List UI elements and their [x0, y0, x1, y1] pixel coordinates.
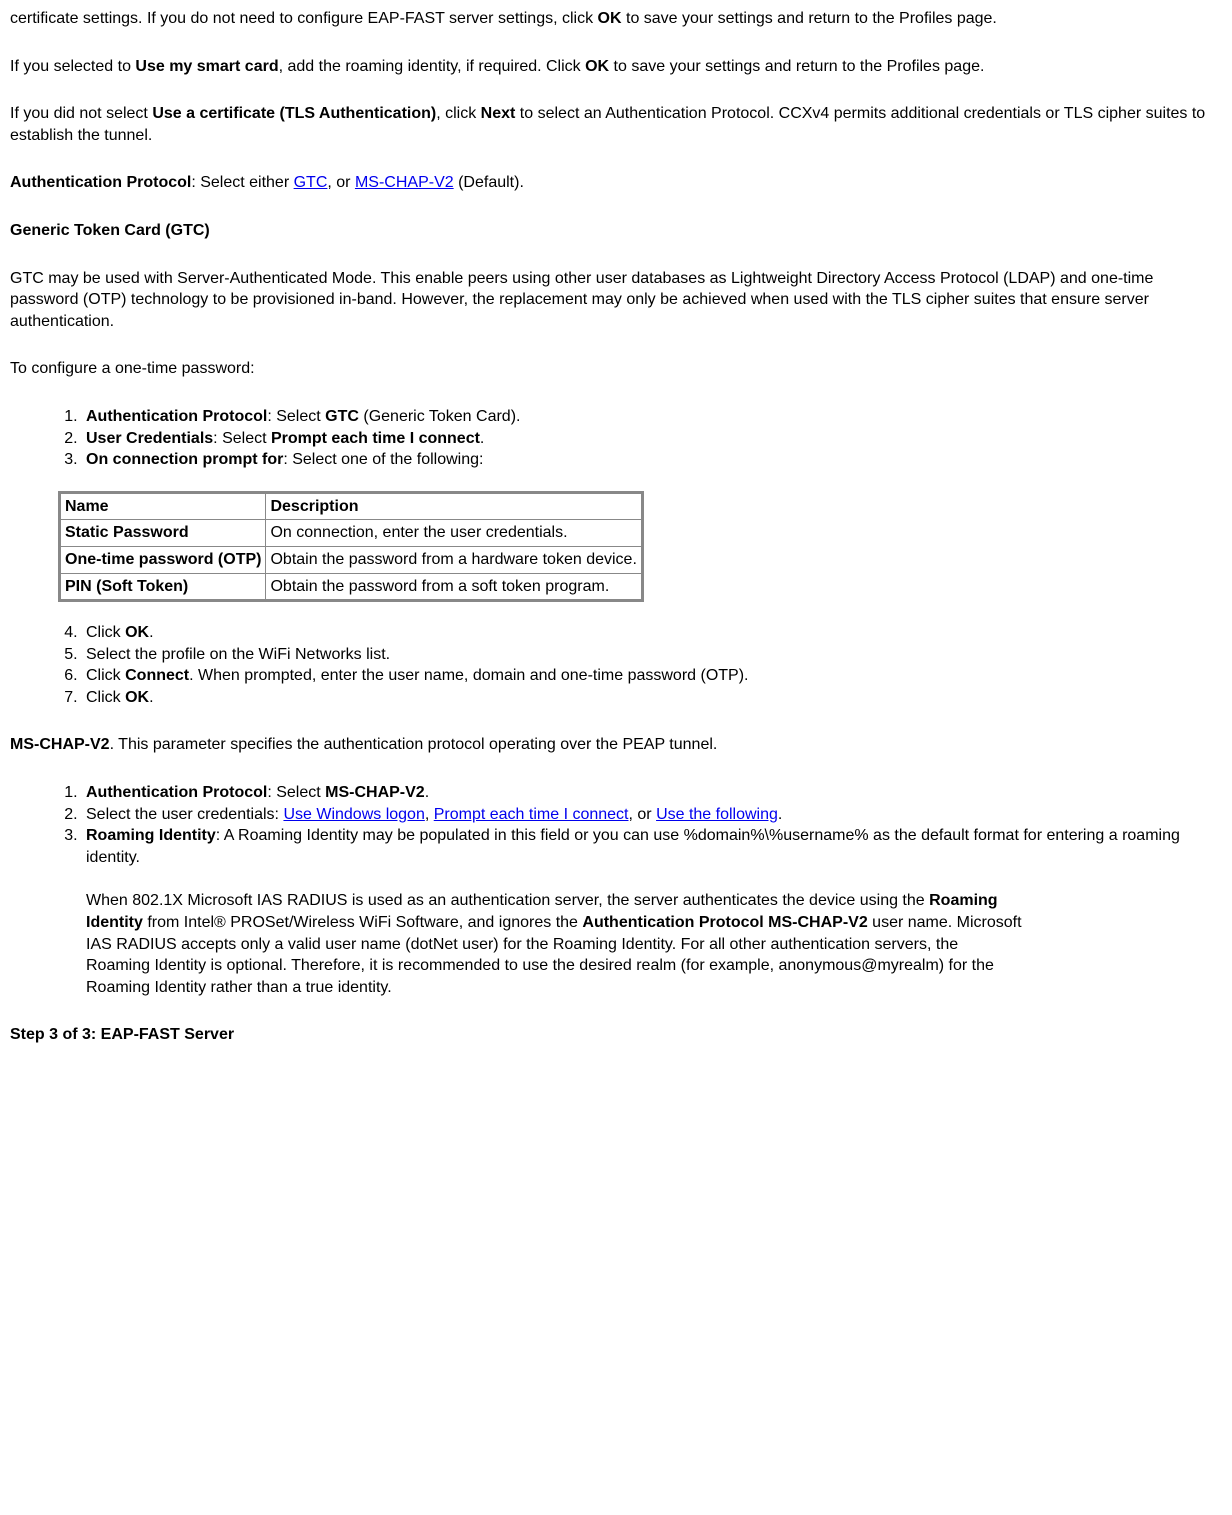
text: . [149, 689, 153, 706]
table-cell-name: One-time password (OTP) [60, 546, 266, 573]
bold-ok: OK [125, 624, 149, 641]
text: Click [86, 624, 125, 641]
link-gtc[interactable]: GTC [294, 174, 328, 191]
link-windows-logon[interactable]: Use Windows logon [283, 806, 424, 823]
paragraph-cert-settings: certificate settings. If you do not need… [10, 8, 1222, 30]
text: Click [86, 689, 125, 706]
list-item: Authentication Protocol: Select MS-CHAP-… [82, 782, 1222, 804]
paragraph-mschapv2: MS-CHAP-V2. This parameter specifies the… [10, 734, 1222, 756]
paragraph-configure-otp: To configure a one-time password: [10, 358, 1222, 380]
list-item: Select the user credentials: Use Windows… [82, 804, 1222, 826]
paragraph-auth-protocol: Authentication Protocol: Select either G… [10, 172, 1222, 194]
bold-step3: Step 3 of 3: EAP-FAST Server [10, 1026, 234, 1043]
table-cell-name: Static Password [60, 520, 266, 547]
bold-on-connection: On connection prompt for [86, 451, 283, 468]
table-row: Static Password On connection, enter the… [60, 520, 643, 547]
list-item: Click OK. [82, 687, 1222, 709]
ordered-list-gtc-config: Authentication Protocol: Select GTC (Gen… [10, 406, 1222, 471]
bold-ok: OK [585, 58, 609, 75]
paragraph-gtc-desc: GTC may be used with Server-Authenticate… [10, 268, 1222, 333]
bold-user-creds: User Credentials [86, 430, 213, 447]
list-item: Roaming Identity: A Roaming Identity may… [82, 825, 1222, 998]
heading-gtc: Generic Token Card (GTC) [10, 220, 1222, 242]
text: to save your settings and return to the … [609, 58, 984, 75]
text: When 802.1X Microsoft IAS RADIUS is used… [86, 892, 929, 909]
text: to save your settings and return to the … [622, 10, 997, 27]
link-prompt-connect[interactable]: Prompt each time I connect [434, 806, 629, 823]
list-item: On connection prompt for: Select one of … [82, 449, 1222, 471]
table-row: One-time password (OTP) Obtain the passw… [60, 546, 643, 573]
paragraph-roaming-detail: When 802.1X Microsoft IAS RADIUS is used… [86, 890, 1026, 998]
list-item: Authentication Protocol: Select GTC (Gen… [82, 406, 1222, 428]
text: . [149, 624, 153, 641]
text: Select the user credentials: [86, 806, 283, 823]
table-header-row: Name Description [60, 492, 643, 520]
ordered-list-gtc-config-cont: Click OK. Select the profile on the WiFi… [10, 622, 1222, 708]
text: , add the roaming identity, if required.… [279, 58, 586, 75]
bold-gtc-heading: Generic Token Card (GTC) [10, 222, 210, 239]
table-cell-desc: Obtain the password from a soft token pr… [266, 573, 642, 601]
list-item: Click OK. [82, 622, 1222, 644]
table-cell-name: PIN (Soft Token) [60, 573, 266, 601]
text: . This parameter specifies the authentic… [110, 736, 718, 753]
bold-smart-card: Use my smart card [135, 58, 278, 75]
bold-mschapv2: MS-CHAP-V2 [325, 784, 425, 801]
text: : Select [267, 408, 325, 425]
table-header-description: Description [266, 492, 642, 520]
table-prompt-options: Name Description Static Password On conn… [58, 491, 644, 602]
bold-auth-mschapv2: Authentication Protocol MS-CHAP-V2 [582, 914, 867, 931]
text: . [778, 806, 782, 823]
bold-prompt: Prompt each time I connect [271, 430, 480, 447]
text: , or [629, 806, 657, 823]
text: : Select either [191, 174, 293, 191]
table-header-name: Name [60, 492, 266, 520]
bold-gtc: GTC [325, 408, 359, 425]
text: : Select [267, 784, 325, 801]
text: : Select [213, 430, 271, 447]
bold-ok: OK [598, 10, 622, 27]
text: Click [86, 667, 125, 684]
list-item: User Credentials: Select Prompt each tim… [82, 428, 1222, 450]
bold-auth-protocol: Authentication Protocol [86, 784, 267, 801]
text: , click [436, 105, 480, 122]
text: , or [327, 174, 355, 191]
table-row: PIN (Soft Token) Obtain the password fro… [60, 573, 643, 601]
bold-mschapv2: MS-CHAP-V2 [10, 736, 110, 753]
table-cell-desc: Obtain the password from a hardware toke… [266, 546, 642, 573]
text: . [425, 784, 429, 801]
list-item: Click Connect. When prompted, enter the … [82, 665, 1222, 687]
list-item: Select the profile on the WiFi Networks … [82, 644, 1222, 666]
text: . When prompted, enter the user name, do… [189, 667, 748, 684]
text: If you selected to [10, 58, 135, 75]
text: : Select one of the following: [283, 451, 483, 468]
link-mschapv2[interactable]: MS-CHAP-V2 [355, 174, 454, 191]
bold-auth-protocol: Authentication Protocol [86, 408, 267, 425]
bold-use-cert: Use a certificate (TLS Authentication) [152, 105, 436, 122]
bold-auth-protocol: Authentication Protocol [10, 174, 191, 191]
text: from Intel® PROSet/Wireless WiFi Softwar… [143, 914, 583, 931]
table-cell-desc: On connection, enter the user credential… [266, 520, 642, 547]
bold-next: Next [481, 105, 516, 122]
text: (Generic Token Card). [359, 408, 521, 425]
paragraph-smart-card: If you selected to Use my smart card, ad… [10, 56, 1222, 78]
paragraph-tls-auth: If you did not select Use a certificate … [10, 103, 1222, 146]
bold-ok: OK [125, 689, 149, 706]
bold-roaming-identity: Roaming Identity [86, 827, 216, 844]
text: certificate settings. If you do not need… [10, 10, 598, 27]
text: . [480, 430, 484, 447]
text: (Default). [454, 174, 524, 191]
text: , [425, 806, 434, 823]
heading-step3: Step 3 of 3: EAP-FAST Server [10, 1024, 1222, 1046]
link-use-following[interactable]: Use the following [656, 806, 778, 823]
ordered-list-mschapv2: Authentication Protocol: Select MS-CHAP-… [10, 782, 1222, 998]
text: : A Roaming Identity may be populated in… [86, 827, 1180, 866]
bold-connect: Connect [125, 667, 189, 684]
text: If you did not select [10, 105, 152, 122]
